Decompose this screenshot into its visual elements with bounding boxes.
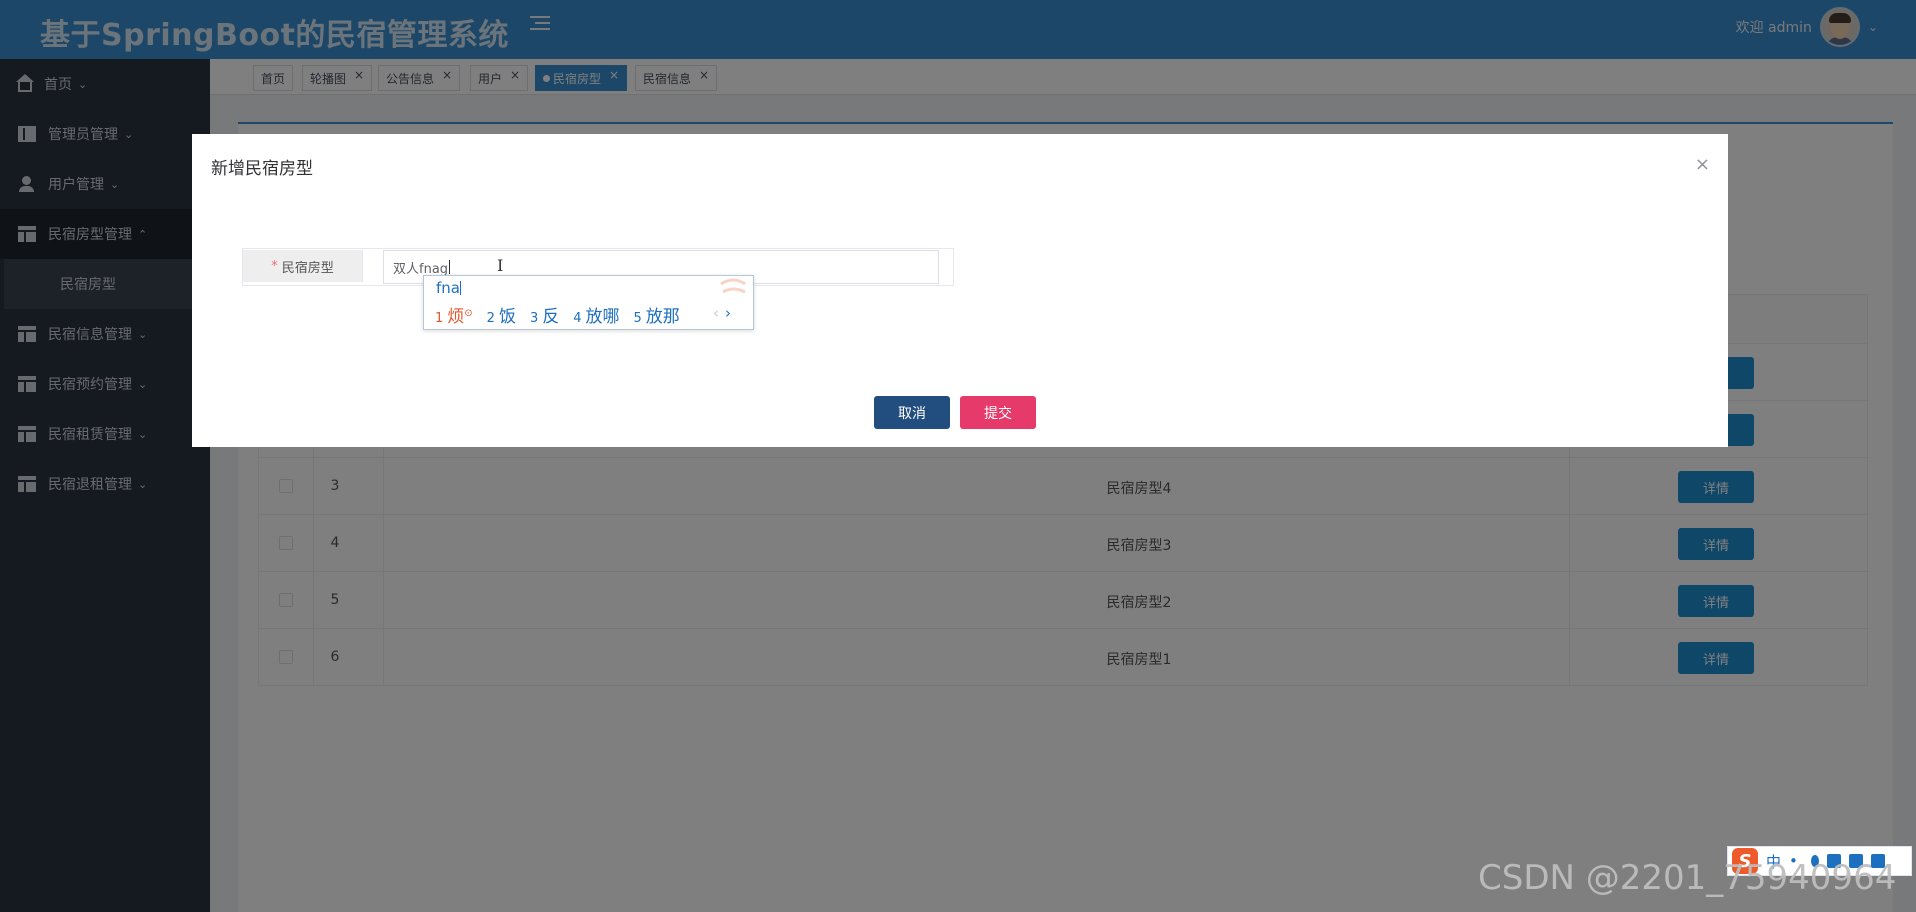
ime-candidate[interactable]: 1 烦⊙ — [435, 302, 473, 327]
field-label-text: 民宿房型 — [281, 260, 334, 276]
chevron-right-icon[interactable]: › — [725, 304, 731, 322]
roomtype-field-label: * 民宿房型 — [243, 250, 363, 282]
ime-candidate[interactable]: 4 放哪 — [573, 302, 619, 327]
close-icon[interactable]: × — [1695, 154, 1710, 175]
chevron-left-icon[interactable]: ‹ — [713, 304, 719, 322]
sogou-logo-icon — [720, 278, 746, 294]
ime-pager: ‹ › — [713, 304, 731, 322]
ime-candidate-list: 1 烦⊙ 2饭 3反 4 放哪 5 放那 — [435, 302, 680, 327]
cancel-button[interactable]: 取消 — [874, 396, 950, 429]
dialog-title: 新增民宿房型 — [211, 159, 313, 179]
submit-button[interactable]: 提交 — [960, 396, 1036, 429]
required-mark: * — [271, 258, 278, 274]
input-value: 双人fnag — [393, 261, 449, 277]
ime-composition: fna — [436, 279, 461, 297]
ime-candidate[interactable]: 2饭 — [487, 302, 516, 327]
ime-candidate[interactable]: 3反 — [530, 302, 559, 327]
ime-candidate-popup: fna 1 烦⊙ 2饭 3反 4 放哪 5 放那 ‹ › — [423, 275, 754, 330]
ime-candidate[interactable]: 5 放那 — [634, 302, 680, 327]
favorite-mark-icon: ⊙ — [464, 308, 473, 319]
text-cursor-ibeam-icon: I — [497, 256, 504, 275]
csdn-watermark: CSDN @2201_75940964 — [1478, 858, 1897, 898]
ime-composition-text: fna — [436, 279, 460, 297]
text-cursor — [449, 260, 451, 274]
